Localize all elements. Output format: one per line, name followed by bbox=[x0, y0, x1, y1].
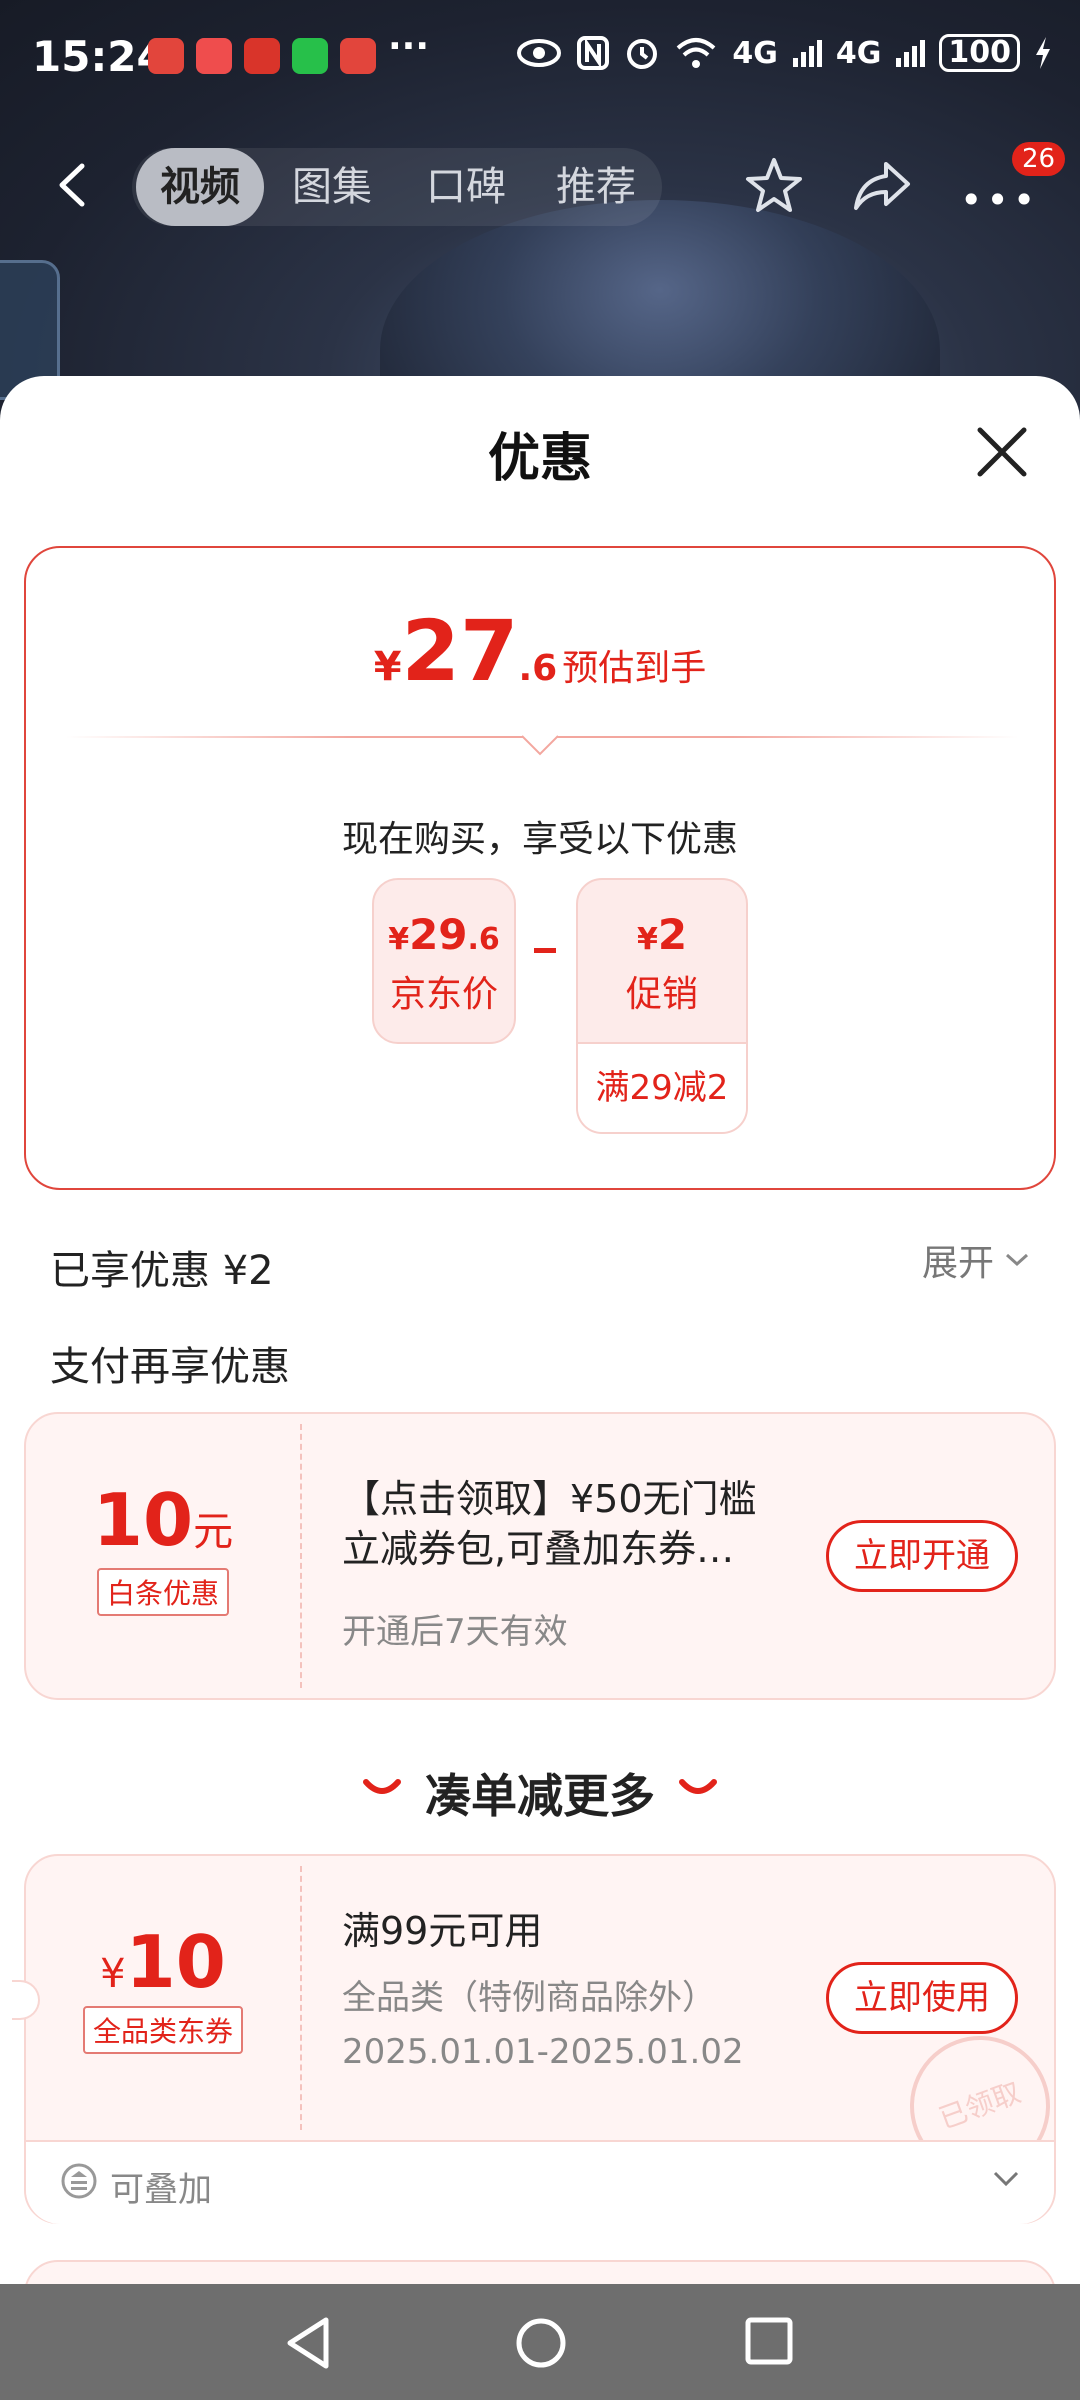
close-icon[interactable] bbox=[974, 424, 1030, 480]
expand-label: 展开 bbox=[921, 1243, 994, 1284]
promo-label: 促销 bbox=[625, 974, 698, 1015]
coupon-amount-unit: 元 bbox=[193, 1509, 234, 1555]
favorite-star-icon[interactable] bbox=[742, 154, 806, 218]
coupon-title: 【点击领取】¥50无门槛 立减券包,可叠加东券… bbox=[342, 1474, 802, 1574]
stackable-label: 可叠加 bbox=[110, 2170, 212, 2210]
nfc-icon bbox=[577, 36, 610, 70]
use-now-button[interactable]: 立即使用 bbox=[826, 1962, 1018, 2034]
activate-button[interactable]: 立即开通 bbox=[826, 1520, 1018, 1592]
system-icons: 4G 4G 100 bbox=[516, 34, 1052, 72]
wifi-icon bbox=[677, 38, 716, 68]
jd-price-card: ¥29.6 京东价 bbox=[372, 878, 516, 1044]
tab-video[interactable]: 视频 bbox=[136, 148, 264, 226]
more-notifications-icon: ··· bbox=[388, 26, 430, 67]
stack-icon bbox=[61, 2163, 97, 2199]
coupon-separator bbox=[300, 1866, 302, 2130]
estimate-decimal: .6 bbox=[518, 648, 558, 689]
network-label: 4G bbox=[835, 35, 882, 71]
notification-app-icon bbox=[244, 38, 280, 74]
estimate-integer: 27 bbox=[401, 602, 519, 700]
message-badge: 26 bbox=[1012, 142, 1066, 176]
coupon-title-line1: 【点击领取】¥50无门槛 bbox=[342, 1477, 757, 1521]
jd-price-currency: ¥ bbox=[388, 922, 410, 957]
tab-recommend[interactable]: 推荐 bbox=[556, 148, 636, 226]
back-icon[interactable] bbox=[52, 162, 92, 208]
promo-currency: ¥ bbox=[636, 922, 658, 957]
estimated-price: ¥27.6 预估到手 bbox=[26, 602, 1054, 700]
coupon-amount: 10元 白条优惠 bbox=[26, 1478, 300, 1616]
status-time: 15:24 bbox=[32, 32, 166, 81]
notification-app-icon bbox=[340, 38, 376, 74]
promo-card: ¥2 促销 满29减2 bbox=[576, 878, 748, 1134]
jd-price-label: 京东价 bbox=[389, 974, 498, 1015]
coupon-body: ¥10 全品类东券 满99元可用 全品类（特例商品除外） 2025.01.01-… bbox=[12, 1856, 1070, 2196]
expand-button[interactable]: 展开 bbox=[922, 1234, 1030, 1286]
coupon-currency: ¥ bbox=[100, 1951, 126, 1997]
promo-value: 2 bbox=[657, 910, 688, 959]
sheet-title: 优惠 bbox=[487, 429, 592, 489]
section-title-more: 凑单减更多 bbox=[425, 1769, 655, 1823]
share-icon[interactable] bbox=[850, 158, 914, 214]
jd-coupon: ¥10 全品类东券 满99元可用 全品类（特例商品除外） 2025.01.01-… bbox=[12, 1854, 1070, 2224]
notification-app-icon bbox=[148, 38, 184, 74]
charging-icon bbox=[1036, 37, 1050, 69]
coupon-validity: 开通后7天有效 bbox=[342, 1612, 568, 1652]
jd-price-decimal: .6 bbox=[467, 922, 500, 957]
stackable-row[interactable]: 可叠加 bbox=[26, 2140, 1054, 2224]
eye-icon bbox=[517, 39, 562, 67]
promo-detail: 满29减2 bbox=[578, 1042, 746, 1132]
estimate-currency: ¥ bbox=[373, 644, 402, 690]
coupon-tag: 白条优惠 bbox=[96, 1568, 229, 1616]
jd-price-integer: 29 bbox=[409, 910, 468, 959]
coupon-scope: 全品类（特例商品除外） bbox=[342, 1978, 716, 2018]
discount-sheet: 优惠 ¥27.6 预估到手 现在购买，享受以下优惠 ¥29.6 京东价 ¥2 促… bbox=[0, 376, 1080, 2284]
pay-discount-title: 支付再享优惠 bbox=[50, 1344, 290, 1390]
coupon-tag: 全品类东券 bbox=[82, 2006, 243, 2054]
status-bar: 15:24 ··· 4G 4G 100 bbox=[0, 0, 1080, 110]
wechat-icon bbox=[292, 38, 328, 74]
coupon-amount: ¥10 全品类东券 bbox=[26, 1920, 300, 2054]
notification-app-icon bbox=[196, 38, 232, 74]
coupon-separator bbox=[300, 1424, 302, 1688]
caret-down-icon bbox=[522, 735, 558, 756]
coupon-amount-value: 10 bbox=[125, 1920, 226, 2004]
nav-back-icon[interactable] bbox=[284, 2316, 332, 2370]
minus-sign bbox=[534, 948, 556, 953]
alarm-icon bbox=[627, 39, 658, 69]
next-coupon-partial bbox=[24, 2260, 1056, 2284]
battery-icon: 100 bbox=[939, 34, 1020, 72]
estimate-label: 预估到手 bbox=[562, 648, 707, 689]
coupon-amount-value: 10 bbox=[92, 1478, 194, 1562]
tab-reviews[interactable]: 口碑 bbox=[426, 148, 506, 226]
coupon-date: 2025.01.01-2025.01.02 bbox=[342, 2032, 744, 2072]
signal-icon bbox=[896, 40, 926, 67]
system-nav-bar bbox=[0, 2284, 1080, 2400]
baitiao-coupon: 10元 白条优惠 【点击领取】¥50无门槛 立减券包,可叠加东券… 开通后7天有… bbox=[24, 1412, 1056, 1700]
nav-home-icon[interactable] bbox=[514, 2316, 568, 2370]
nav-recents-icon[interactable] bbox=[744, 2316, 794, 2366]
top-nav: 视频 图集 口碑 推荐 ••• 26 bbox=[0, 140, 1080, 230]
decor-smile-icon bbox=[679, 1779, 717, 1794]
price-summary-card: ¥27.6 预估到手 现在购买，享受以下优惠 ¥29.6 京东价 ¥2 促销 满… bbox=[24, 546, 1056, 1190]
chevron-down-icon bbox=[993, 2171, 1019, 2187]
tab-gallery[interactable]: 图集 bbox=[292, 148, 372, 226]
more-menu-icon[interactable]: ••• bbox=[960, 178, 1039, 222]
coupon-title: 满99元可用 bbox=[342, 1909, 543, 1953]
enjoyed-discount: 已享优惠 ¥2 bbox=[50, 1248, 274, 1294]
signal-icon bbox=[792, 40, 822, 67]
network-label: 4G bbox=[732, 35, 778, 71]
coupon-title-line2: 立减券包,可叠加东券… bbox=[342, 1527, 735, 1571]
chevron-down-icon bbox=[1005, 1253, 1029, 1267]
buy-now-text: 现在购买，享受以下优惠 bbox=[341, 819, 738, 860]
